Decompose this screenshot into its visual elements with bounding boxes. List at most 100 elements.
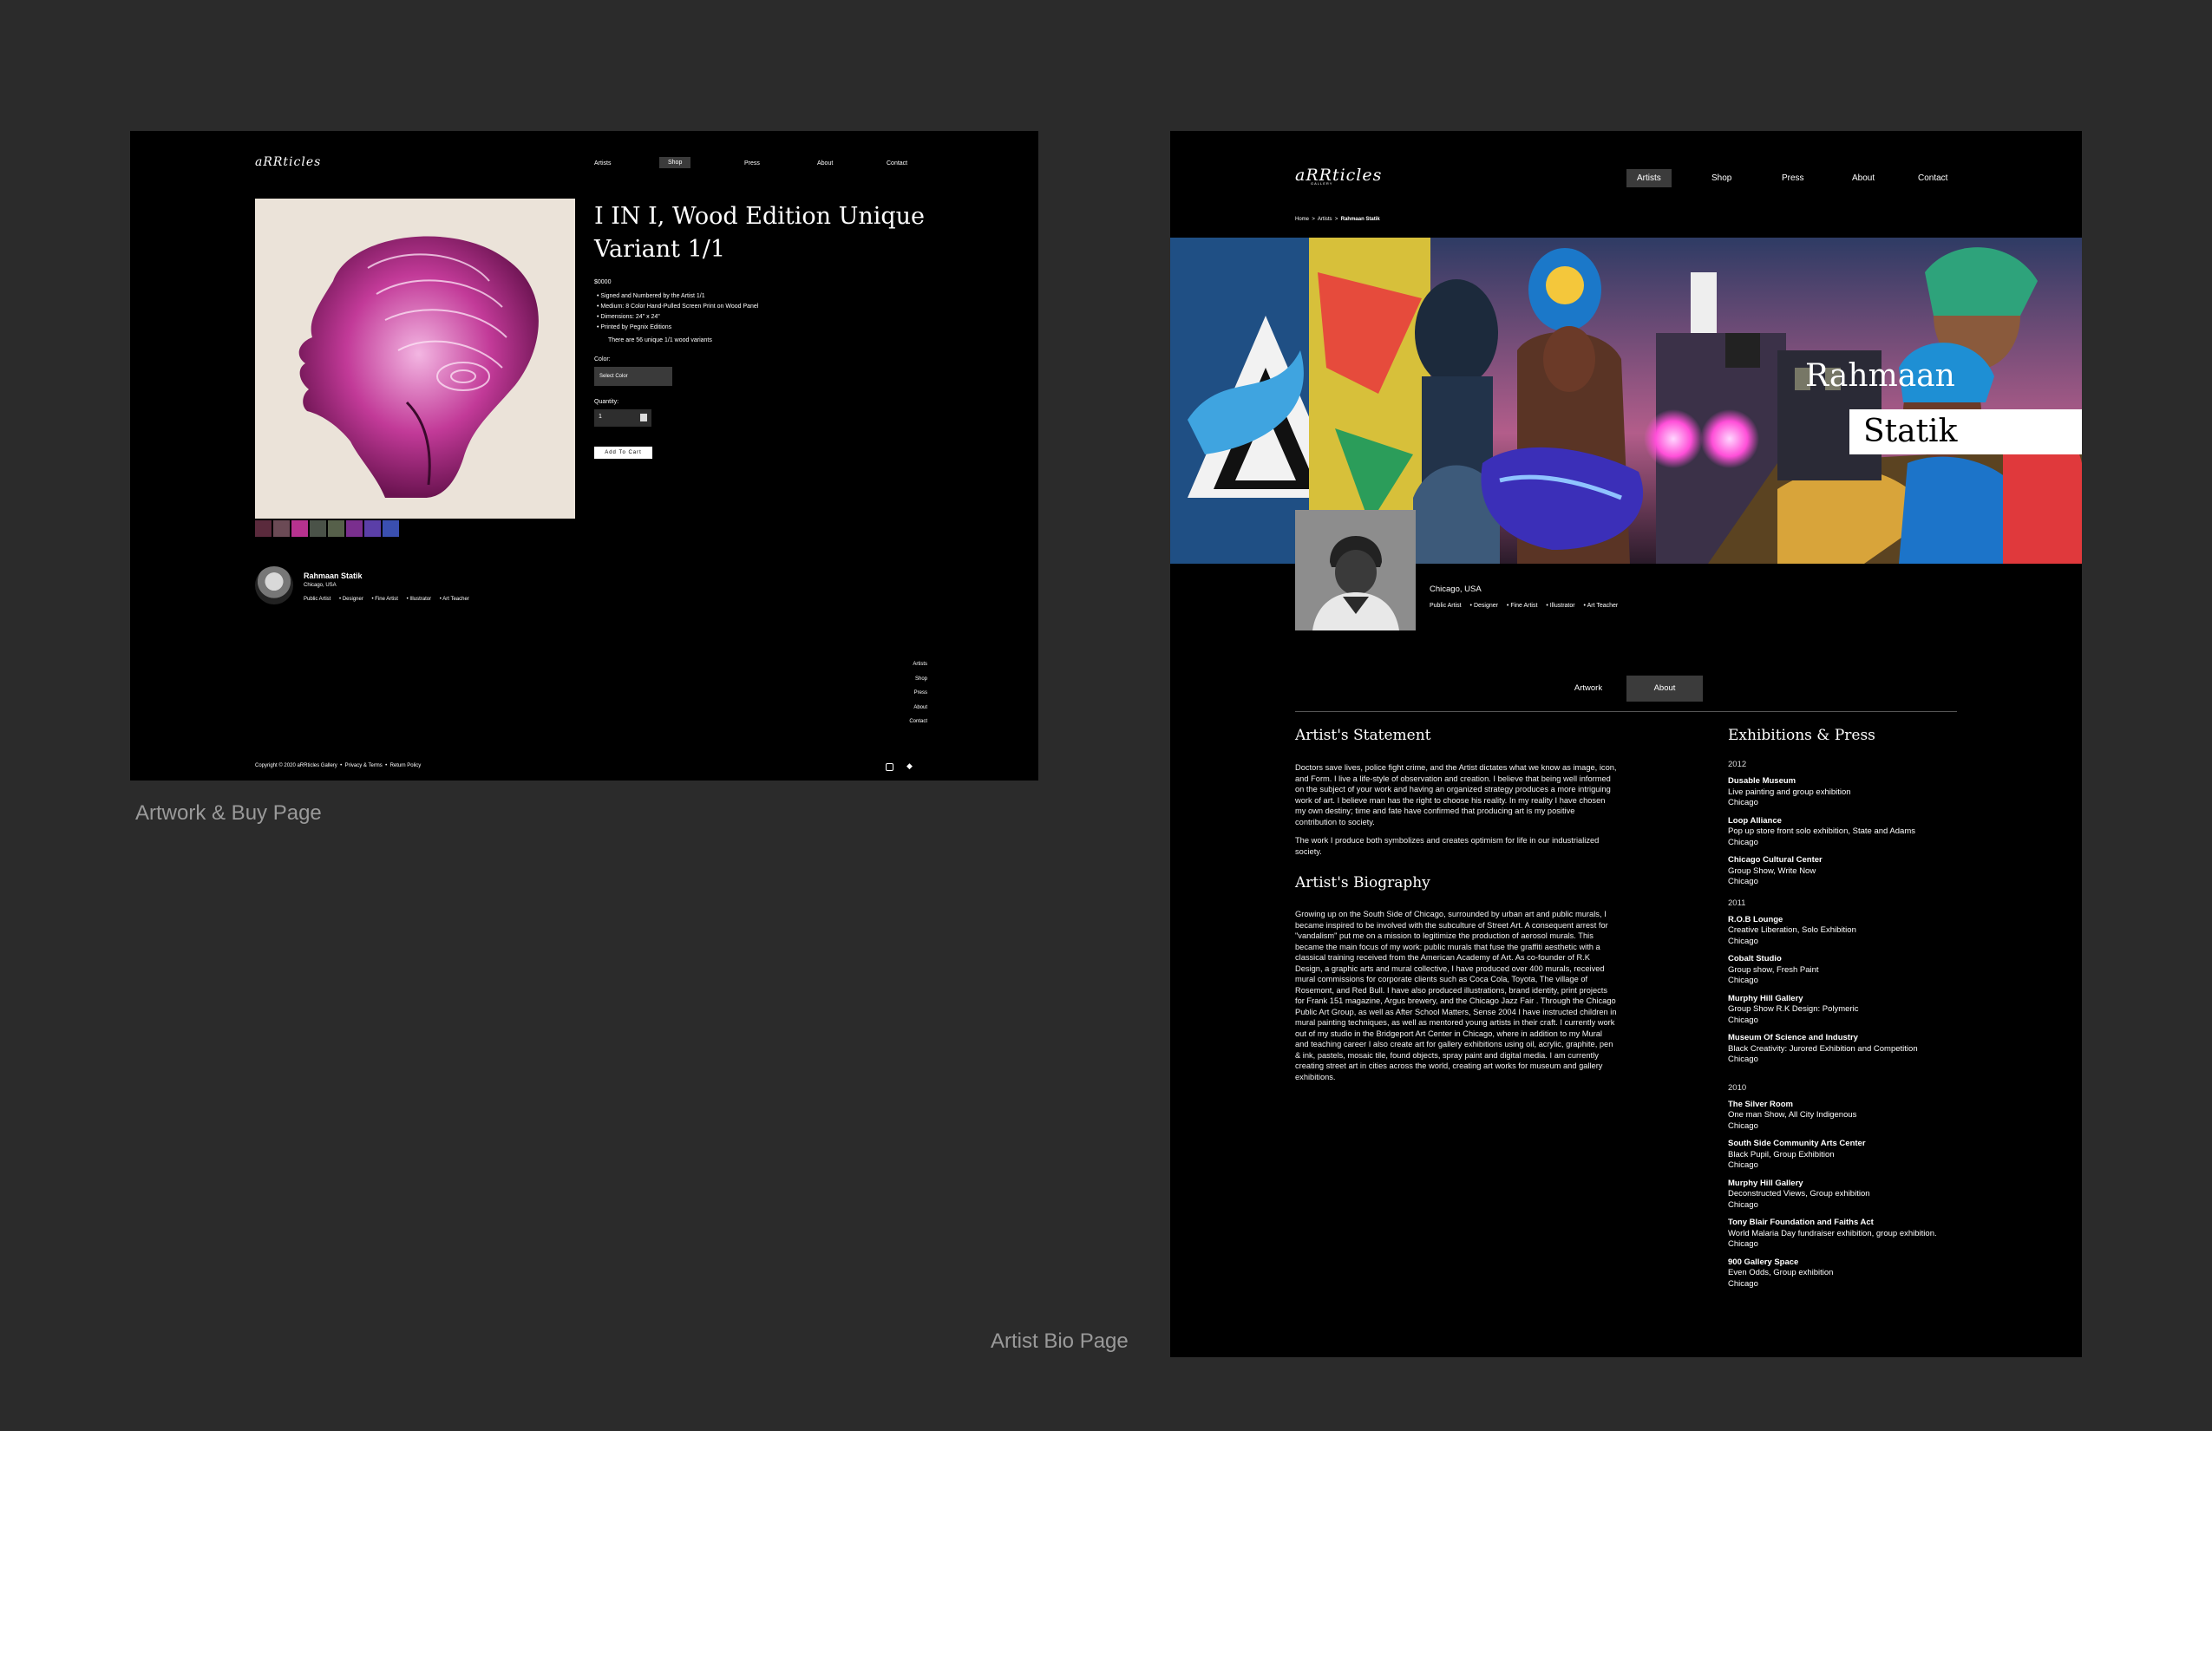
tabs-divider — [1295, 711, 1957, 712]
exhibition-city: Chicago — [1728, 1239, 1758, 1249]
artist-avatar[interactable] — [255, 566, 293, 604]
breadcrumb-current: Rahmaan Statik — [1340, 217, 1380, 222]
exhibition-venue: Murphy Hill Gallery — [1728, 1178, 1803, 1188]
exhibition-item: 900 Gallery Space Even Odds, Group exhibi… — [1728, 1257, 1962, 1290]
site-logo[interactable]: aRRticles — [1295, 166, 1382, 185]
role-tag: Public Artist — [1430, 603, 1462, 609]
copyright: Copyright © 2020 aRRticles Gallery — [255, 763, 337, 768]
thumbnail[interactable] — [328, 520, 344, 537]
exhibition-year: 2011 — [1728, 898, 1746, 908]
artist-bio-page-board: aRRticles GALLERY Artists Shop Press Abo… — [1170, 131, 2082, 1357]
twitter-icon[interactable]: ◆ — [906, 761, 913, 771]
stepper-arrows-icon[interactable] — [640, 414, 647, 421]
privacy-link[interactable]: Privacy & Terms — [345, 763, 383, 768]
color-select[interactable]: Select Color — [594, 367, 672, 386]
add-to-cart-button[interactable]: Add To Cart — [594, 447, 652, 459]
exhibition-city: Chicago — [1728, 1278, 1758, 1289]
tab-about[interactable]: About — [1626, 676, 1703, 702]
product-title: I IN I, Wood Edition Unique Variant 1/1 — [594, 200, 959, 266]
quantity-value[interactable]: 1 — [599, 414, 602, 420]
exhibition-city: Chicago — [1728, 936, 1758, 946]
role-tag: Art Teacher — [1584, 603, 1619, 609]
breadcrumb-artists[interactable]: Artists — [1318, 217, 1332, 222]
exhibition-venue: Tony Blair Foundation and Faiths Act — [1728, 1218, 1874, 1227]
exhibition-city: Chicago — [1728, 877, 1758, 886]
exhibition-venue: R.O.B Lounge — [1728, 914, 1783, 924]
role-tag: Illustrator — [1546, 603, 1574, 609]
exhibitions-heading: Exhibitions & Press — [1728, 727, 1875, 744]
artist-name[interactable]: Rahmaan Statik — [304, 572, 363, 580]
exhibitions-list: 2012 Dusable Museum Live painting and grou… — [1728, 749, 1962, 1297]
biography-paragraph: Growing up on the South Side of Chicago,… — [1295, 910, 1617, 1081]
footer-link-about[interactable]: About — [909, 701, 927, 715]
nav-press[interactable]: Press — [744, 160, 760, 167]
instagram-icon[interactable] — [886, 763, 893, 771]
footer-link-shop[interactable]: Shop — [909, 672, 927, 687]
exhibition-city: Chicago — [1728, 1160, 1758, 1170]
footer-nav: Artists Shop Press About Contact — [909, 657, 927, 729]
exhibition-venue: 900 Gallery Space — [1728, 1257, 1799, 1267]
exhibition-venue: Loop Alliance — [1728, 815, 1782, 826]
breadcrumb-home[interactable]: Home — [1295, 217, 1309, 222]
color-label: Color: — [594, 356, 611, 362]
exhibition-item: South Side Community Arts Center Black Pu… — [1728, 1139, 1962, 1172]
exhibition-venue: Dusable Museum — [1728, 776, 1796, 786]
exhibition-desc: Group Show R.K Design: Polymeric — [1728, 1004, 1859, 1014]
role-tag: Designer — [339, 597, 363, 602]
artist-roles: Public Artist Designer Fine Artist Illus… — [304, 597, 476, 602]
nav-artists[interactable]: Artists — [594, 160, 611, 167]
separator-dot: • — [338, 763, 344, 768]
exhibition-venue: Chicago Cultural Center — [1728, 855, 1823, 865]
tab-artwork[interactable]: Artwork — [1550, 676, 1626, 702]
thumbnail[interactable] — [310, 520, 326, 537]
exhibition-city: Chicago — [1728, 976, 1758, 985]
exhibition-desc: Creative Liberation, Solo Exhibition — [1728, 925, 1856, 935]
exhibition-city: Chicago — [1728, 798, 1758, 807]
thumbnail[interactable] — [364, 520, 381, 537]
footer-link-contact[interactable]: Contact — [909, 715, 927, 729]
exhibition-desc: Group Show, Write Now — [1728, 865, 1816, 876]
nav-shop[interactable]: Shop — [1711, 173, 1731, 183]
exhibition-venue: Museum Of Science and Industry — [1728, 1033, 1858, 1042]
exhibition-venue: Murphy Hill Gallery — [1728, 993, 1803, 1003]
nav-about[interactable]: About — [817, 160, 833, 167]
artist-roles: Public Artist Designer Fine Artist Illus… — [1430, 603, 1625, 609]
detail-item: Dimensions: 24" x 24" — [597, 314, 758, 320]
exhibition-desc: Black Creativity: Jurored Exhibition and… — [1728, 1043, 1918, 1054]
exhibition-desc: Even Odds, Group exhibition — [1728, 1268, 1834, 1277]
site-logo[interactable]: aRRticles — [255, 155, 321, 169]
exhibition-item: Murphy Hill Gallery Deconstructed Views, … — [1728, 1179, 1962, 1212]
exhibition-city: Chicago — [1728, 1120, 1758, 1131]
statement-paragraph: The work I produce both symbolizes and c… — [1295, 836, 1600, 856]
nav-shop[interactable]: Shop — [659, 157, 691, 168]
nav-contact[interactable]: Contact — [1918, 173, 1947, 183]
product-details-list: Signed and Numbered by the Artist 1/1 Me… — [597, 293, 758, 335]
artwork-illustration — [298, 236, 539, 498]
quantity-stepper[interactable]: 1 — [594, 409, 651, 427]
nav-about[interactable]: About — [1852, 173, 1875, 183]
artwork-image[interactable] — [255, 199, 575, 519]
exhibition-item: Chicago Cultural Center Group Show, Write… — [1728, 855, 1962, 888]
thumbnail[interactable] — [273, 520, 290, 537]
exhibition-year: 2010 — [1728, 1082, 1747, 1093]
footer-link-artists[interactable]: Artists — [909, 657, 927, 672]
footer-link-press[interactable]: Press — [909, 686, 927, 701]
quantity-label: Quantity: — [594, 399, 619, 405]
exhibition-city: Chicago — [1728, 1015, 1758, 1025]
thumbnail[interactable] — [383, 520, 399, 537]
exhibition-desc: Live painting and group exhibition — [1728, 787, 1851, 797]
role-tag: Illustrator — [407, 597, 431, 602]
return-policy-link[interactable]: Return Policy — [390, 763, 422, 768]
exhibition-city: Chicago — [1728, 837, 1758, 847]
exhibition-item: Cobalt Studio Group show, Fresh Paint Chic… — [1728, 954, 1962, 987]
detail-item: Medium: 8 Color Hand-Pulled Screen Print… — [597, 304, 758, 310]
nav-press[interactable]: Press — [1782, 173, 1804, 183]
nav-artists[interactable]: Artists — [1626, 169, 1672, 187]
thumbnail[interactable] — [291, 520, 308, 537]
logo-subtitle: GALLERY — [1311, 181, 1333, 186]
thumbnail[interactable] — [346, 520, 363, 537]
detail-note: There are 56 unique 1/1 wood variants — [608, 337, 712, 343]
thumbnail[interactable] — [255, 520, 272, 537]
nav-contact[interactable]: Contact — [887, 160, 907, 167]
artwork-page-board: aRRticles Artists Shop Press About Conta… — [130, 131, 1038, 781]
